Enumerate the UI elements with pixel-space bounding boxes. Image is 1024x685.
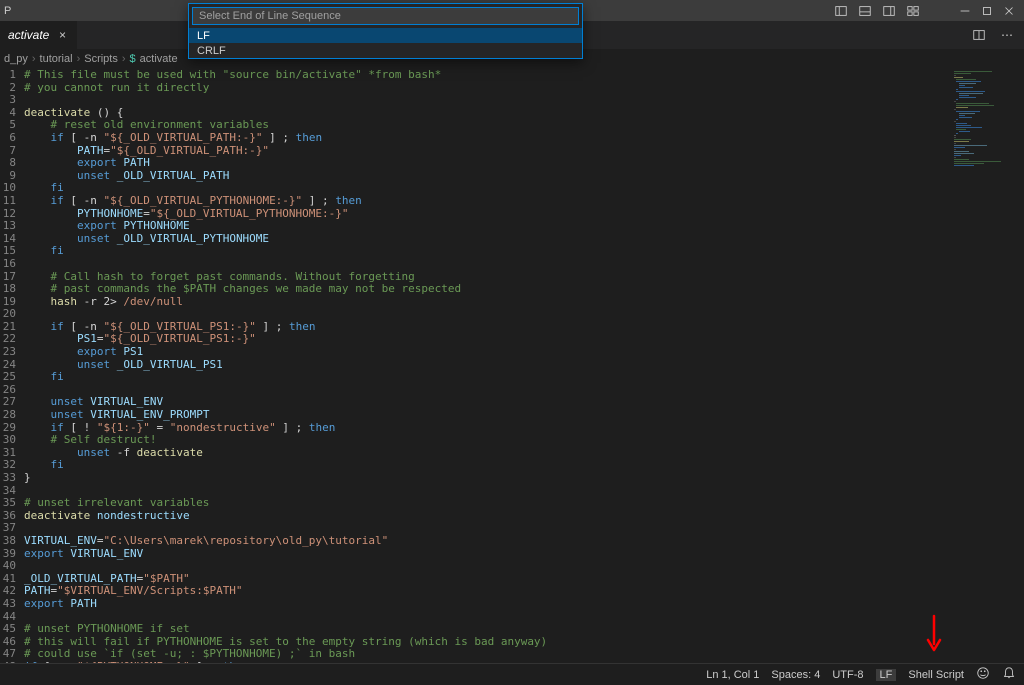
editor-area[interactable]: 1234567891011121314151617181920212223242… bbox=[0, 69, 1024, 663]
quick-picker-item-crlf[interactable]: CRLF bbox=[189, 43, 582, 58]
layout-icons bbox=[830, 1, 924, 21]
quick-picker-placeholder: Select End of Line Sequence bbox=[199, 10, 341, 22]
code-content[interactable]: # This file must be used with "source bi… bbox=[24, 69, 944, 663]
status-eol[interactable]: LF bbox=[876, 669, 897, 681]
bell-icon[interactable] bbox=[1002, 666, 1016, 683]
titlebar-left-text: P bbox=[4, 5, 11, 17]
close-icon[interactable] bbox=[998, 1, 1020, 21]
tab-activate[interactable]: activate × bbox=[0, 21, 77, 49]
minimap-content bbox=[954, 71, 1020, 167]
quick-picker-input[interactable]: Select End of Line Sequence bbox=[192, 7, 579, 25]
quick-picker-item-lf[interactable]: LF bbox=[189, 28, 582, 43]
more-actions-icon[interactable]: ⋯ bbox=[996, 25, 1018, 45]
layout-sidebar-right-icon[interactable] bbox=[878, 1, 900, 21]
tab-label: activate bbox=[8, 28, 49, 42]
breadcrumb-part[interactable]: Scripts bbox=[84, 53, 118, 65]
quick-picker-list: LF CRLF bbox=[189, 28, 582, 58]
minimize-icon[interactable] bbox=[954, 1, 976, 21]
status-bar: Ln 1, Col 1 Spaces: 4 UTF-8 LF Shell Scr… bbox=[0, 663, 1024, 685]
status-cursor-position[interactable]: Ln 1, Col 1 bbox=[706, 669, 759, 681]
status-language[interactable]: Shell Script bbox=[908, 669, 964, 681]
chevron-right-icon: › bbox=[32, 53, 36, 65]
breadcrumb-part[interactable]: d_py bbox=[4, 53, 28, 65]
breadcrumb-symbol-prefix: $ bbox=[130, 53, 136, 65]
layout-panel-icon[interactable] bbox=[854, 1, 876, 21]
line-number-gutter: 1234567891011121314151617181920212223242… bbox=[0, 69, 24, 663]
window-controls bbox=[954, 1, 1020, 21]
feedback-icon[interactable] bbox=[976, 666, 990, 683]
breadcrumb-part[interactable]: tutorial bbox=[40, 53, 73, 65]
status-indent[interactable]: Spaces: 4 bbox=[771, 669, 820, 681]
status-encoding[interactable]: UTF-8 bbox=[832, 669, 863, 681]
tab-close-icon[interactable]: × bbox=[55, 28, 69, 42]
breadcrumb-part[interactable]: activate bbox=[140, 53, 178, 65]
layout-grid-icon[interactable] bbox=[902, 1, 924, 21]
annotation-arrow bbox=[922, 614, 946, 657]
maximize-icon[interactable] bbox=[976, 1, 998, 21]
split-editor-icon[interactable] bbox=[968, 25, 990, 45]
minimap[interactable] bbox=[944, 69, 1024, 663]
chevron-right-icon: › bbox=[122, 53, 126, 65]
eol-quick-picker: Select End of Line Sequence LF CRLF bbox=[188, 3, 583, 59]
layout-sidebar-left-icon[interactable] bbox=[830, 1, 852, 21]
chevron-right-icon: › bbox=[77, 53, 81, 65]
